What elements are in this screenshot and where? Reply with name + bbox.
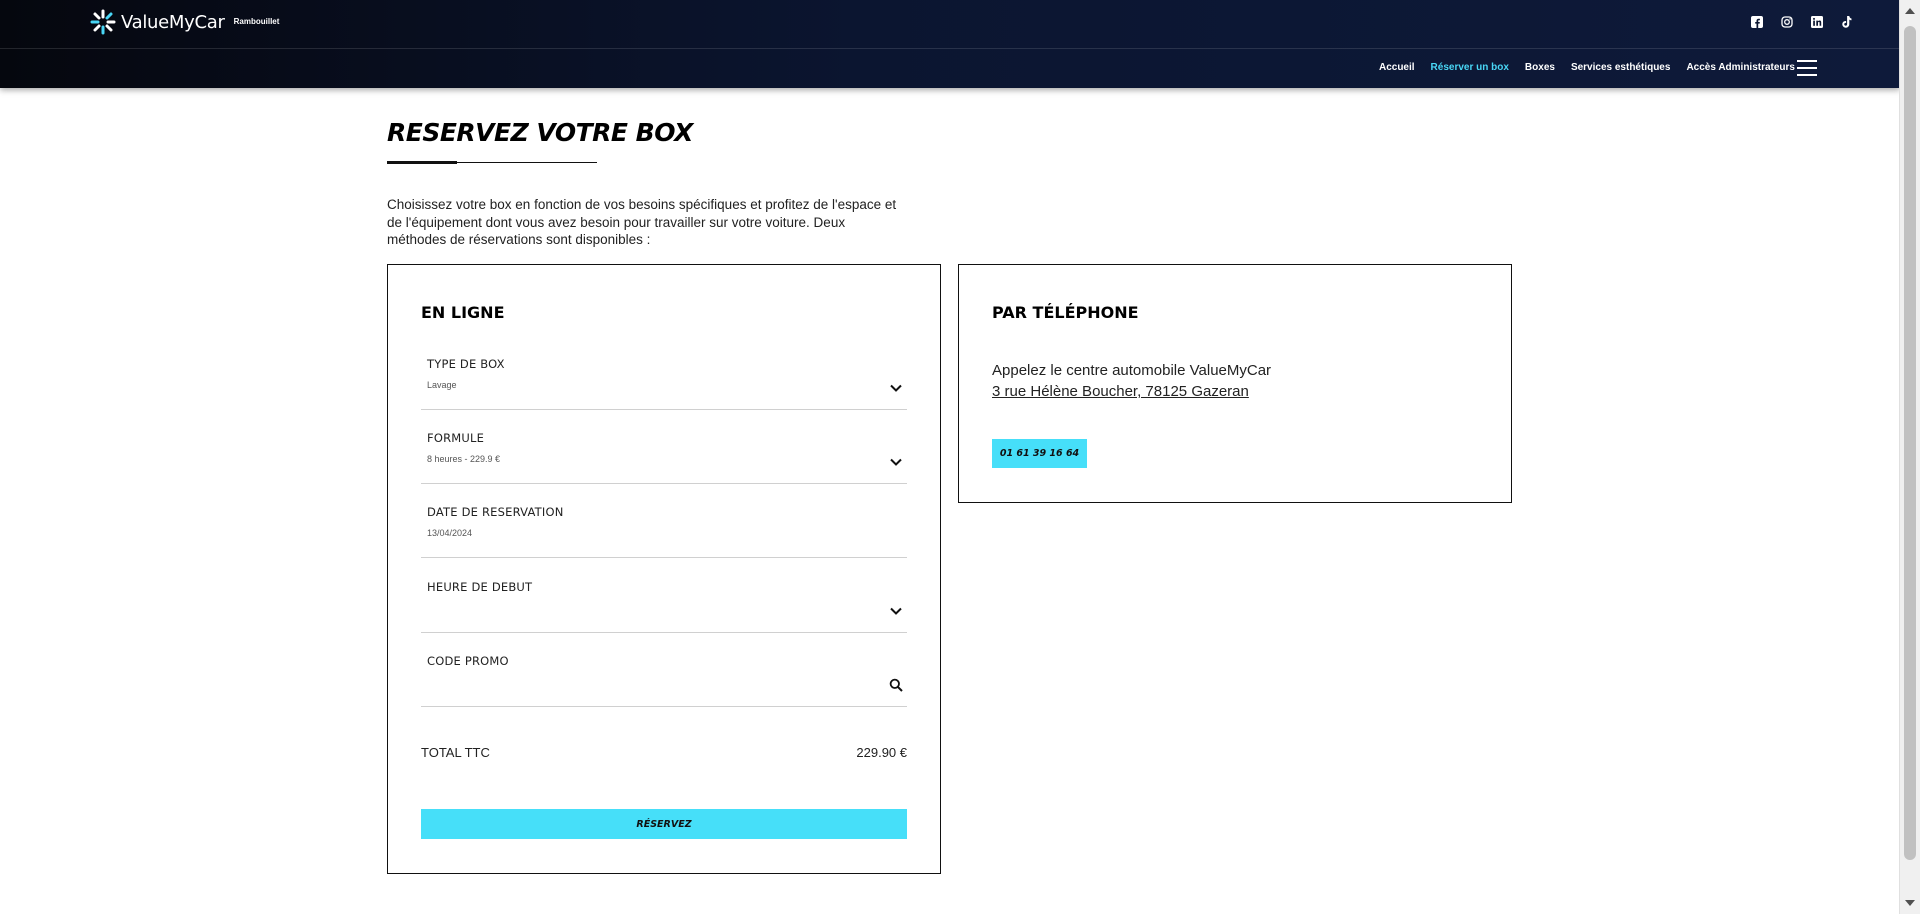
nav-acces-administrateurs[interactable]: Accès Administrateurs — [1686, 62, 1795, 73]
total-value: 229.90 € — [856, 745, 907, 760]
nav-boxes[interactable]: Boxes — [1525, 62, 1555, 73]
logo-icon — [90, 9, 116, 35]
formula-select[interactable]: FORMULE 8 heures - 229.9 € — [421, 431, 907, 484]
start-time-select[interactable]: HEURE DE DEBUT — [421, 580, 907, 633]
page-title: RESERVEZ VOTRE BOX — [387, 118, 693, 147]
field-label: HEURE DE DEBUT — [427, 580, 533, 594]
phone-title: PAR TÉLÉPHONE — [992, 303, 1139, 322]
search-icon[interactable] — [889, 678, 903, 692]
top-bar: ValueMyCar Rambouillet — [0, 0, 1900, 49]
phone-info: Appelez le centre automobile ValueMyCar … — [992, 360, 1271, 402]
promo-code-field[interactable]: CODE PROMO — [421, 654, 907, 707]
menu-icon[interactable] — [1797, 60, 1817, 76]
field-value: 8 heures - 229.9 € — [427, 454, 501, 464]
site-header: ValueMyCar Rambouillet Accueil Réserver … — [0, 0, 1900, 88]
nav-services-esthetiques[interactable]: Services esthétiques — [1571, 62, 1671, 73]
facebook-icon[interactable] — [1749, 14, 1765, 30]
linkedin-icon[interactable] — [1809, 14, 1825, 30]
field-value: Lavage — [427, 380, 457, 390]
field-value: 13/04/2024 — [427, 528, 473, 538]
online-title: EN LIGNE — [421, 303, 505, 322]
phone-number-button[interactable]: 01 61 39 16 64 — [992, 439, 1087, 468]
scrollbar[interactable] — [1899, 0, 1920, 914]
online-booking-card: EN LIGNE TYPE DE BOX Lavage FORMULE 8 he… — [387, 264, 941, 874]
field-label: TYPE DE BOX — [427, 357, 505, 371]
logo[interactable]: ValueMyCar Rambouillet — [90, 9, 279, 35]
field-label: CODE PROMO — [427, 654, 509, 668]
chevron-down-icon — [890, 384, 902, 392]
field-label: DATE DE RESERVATION — [427, 505, 564, 519]
brand-name: ValueMyCar — [121, 11, 225, 33]
tiktok-icon[interactable] — [1839, 14, 1855, 30]
reserve-button[interactable]: RÉSERVEZ — [421, 809, 907, 839]
brand-city: Rambouillet — [233, 16, 280, 26]
box-type-select[interactable]: TYPE DE BOX Lavage — [421, 357, 907, 410]
phone-booking-card: PAR TÉLÉPHONE Appelez le centre automobi… — [958, 264, 1512, 503]
title-accent — [387, 161, 457, 164]
reservation-date-field[interactable]: DATE DE RESERVATION 13/04/2024 — [421, 505, 907, 558]
instagram-icon[interactable] — [1779, 14, 1795, 30]
intro-text: Choisissez votre box en fonction de vos … — [387, 197, 897, 247]
chevron-down-icon — [890, 458, 902, 466]
total-label: TOTAL TTC — [421, 745, 490, 760]
chevron-down-icon — [890, 607, 902, 615]
phone-description: Appelez le centre automobile ValueMyCar — [992, 362, 1272, 379]
scroll-down-icon[interactable] — [1905, 900, 1915, 906]
main-nav: Accueil Réserver un box Boxes Services e… — [1379, 62, 1795, 73]
scroll-up-icon[interactable] — [1905, 8, 1915, 14]
nav-reserver-un-box[interactable]: Réserver un box — [1431, 62, 1509, 73]
scroll-thumb[interactable] — [1904, 26, 1916, 860]
social-links — [1749, 14, 1855, 30]
address-link[interactable]: 3 rue Hélène Boucher, 78125 Gazeran — [992, 383, 1249, 400]
field-label: FORMULE — [427, 431, 485, 445]
nav-accueil[interactable]: Accueil — [1379, 62, 1415, 73]
